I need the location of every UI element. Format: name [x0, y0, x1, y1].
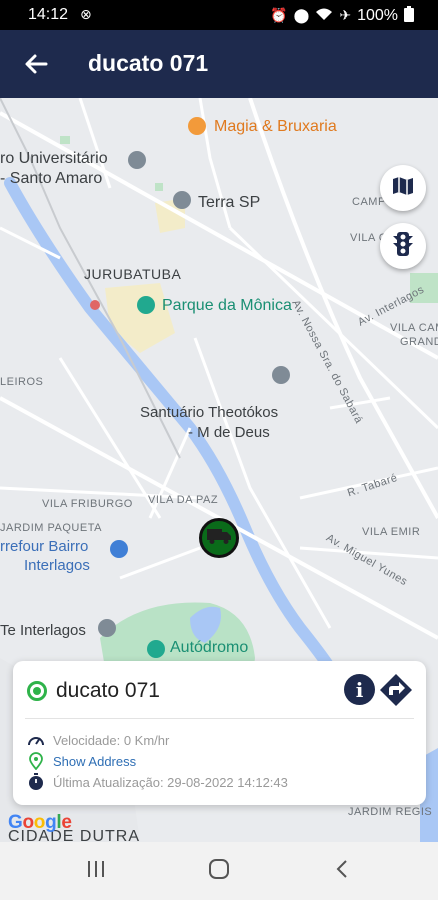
speed-row: Velocidade: 0 Km/hr: [27, 731, 169, 749]
map-label-jardim-regis: JARDIM REGIS: [348, 806, 433, 818]
battery-icon: [404, 6, 414, 25]
last-update-row: Última Atualização: 29-08-2022 14:12:43: [27, 773, 288, 791]
map-label-santuario-2: - M de Deus: [188, 424, 270, 441]
info-button[interactable]: i: [344, 674, 375, 705]
back-arrow-icon[interactable]: [20, 48, 52, 80]
map-label-leiros: LEIROS: [0, 376, 44, 388]
alarm-icon: ⏰: [270, 7, 288, 23]
map-label-vila-cam: VILA CAM: [390, 322, 438, 334]
map-icon: [391, 174, 415, 203]
system-nav-bar: [0, 842, 438, 900]
directions-icon: [379, 674, 413, 711]
truck-icon: [206, 527, 232, 550]
address-row[interactable]: Show Address: [27, 752, 136, 770]
map-label-grand: GRAND: [400, 336, 438, 348]
map-label-carrefour: rrefour Bairro: [0, 538, 89, 555]
map-label-santuario: Santuário Theotókos: [140, 404, 279, 421]
map-label-vila-da-paz: VILA DA PAZ: [148, 494, 219, 506]
status-time: 14:12: [28, 6, 69, 23]
traffic-light-icon: [391, 231, 415, 262]
map-label-jurubatuba: JURUBATUBA: [84, 266, 182, 282]
divider: [25, 718, 414, 719]
location-pin-icon: [27, 752, 45, 770]
page-title: ducato 071: [88, 50, 209, 76]
vehicle-info-card: ducato 071 i Velocidade: 0 Km/hr Show Ad…: [13, 661, 426, 805]
online-status-icon: [27, 681, 47, 701]
map-label-santo-amaro: - Santo Amaro: [0, 170, 103, 187]
map-label-autodromo: Autódromo: [170, 639, 249, 656]
vehicle-marker[interactable]: [199, 518, 239, 558]
status-bar: 14:12 ⊗ ⏰ ⬤ ✈ 100%: [0, 0, 438, 30]
location-icon: ⬤: [293, 7, 310, 23]
google-logo: Google: [8, 812, 72, 833]
recent-apps-button[interactable]: [74, 857, 118, 885]
stopwatch-icon: [27, 773, 45, 791]
map-label-carrefour-2: Interlagos: [24, 557, 90, 574]
wifi-icon: [315, 7, 333, 24]
map-label-campo: CAMP: [352, 196, 386, 208]
map-label-te-interlagos: Te Interlagos: [0, 622, 86, 639]
status-icons: ⏰ ⬤ ✈ 100%: [270, 6, 414, 25]
battery-text: 100%: [357, 6, 398, 24]
map-label-jardim-paqueta: JARDIM PAQUETA: [0, 522, 102, 534]
map-label-magia: Magia & Bruxaria: [214, 118, 337, 135]
map-label-vila-emir: VILA EMIR: [362, 526, 421, 538]
map-label-centro-universitario: ro Universitário: [0, 150, 108, 167]
vehicle-name: ducato 071: [56, 679, 160, 702]
airplane-icon: ✈: [339, 7, 352, 23]
show-address-link[interactable]: Show Address: [53, 754, 136, 769]
home-button[interactable]: [197, 857, 241, 885]
app-bar: ducato 071: [0, 30, 438, 98]
last-update-text: Última Atualização: 29-08-2022 14:12:43: [53, 774, 288, 790]
back-button[interactable]: [320, 857, 364, 885]
home-icon: [208, 858, 230, 885]
back-icon: [335, 858, 349, 885]
map-type-button[interactable]: [380, 165, 426, 211]
map-label-terra-sp: Terra SP: [198, 194, 261, 211]
map-label-vila-friburgo: VILA FRIBURGO: [42, 498, 133, 510]
notification-icon: ⊗: [80, 6, 92, 22]
info-icon: i: [355, 677, 364, 702]
map-label-parque: Parque da Mônica: [162, 297, 292, 314]
speedometer-icon: [27, 731, 45, 749]
recent-apps-icon: [85, 859, 107, 884]
speed-text: Velocidade: 0 Km/hr: [53, 732, 170, 748]
traffic-button[interactable]: [380, 223, 426, 269]
directions-button[interactable]: [379, 673, 413, 707]
